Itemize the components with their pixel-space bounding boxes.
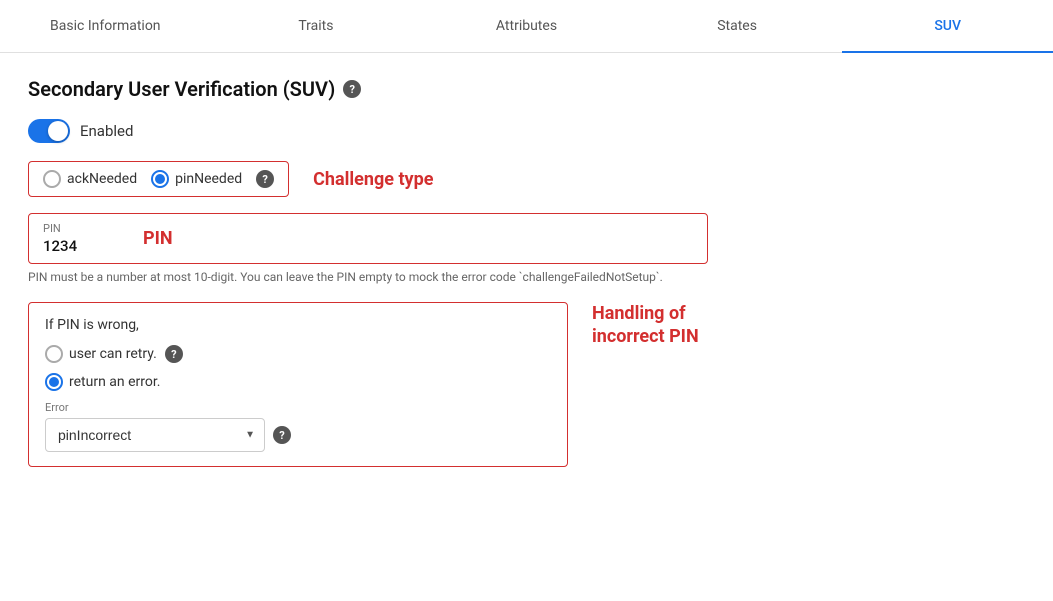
- retry-help-icon[interactable]: ?: [165, 345, 183, 363]
- tab-bar: Basic Information Traits Attributes Stat…: [0, 0, 1053, 53]
- tab-states[interactable]: States: [632, 0, 843, 52]
- pin-input-group: PIN 1234: [43, 222, 123, 255]
- tab-basic-information[interactable]: Basic Information: [0, 0, 211, 52]
- challenge-type-box: ackNeeded pinNeeded ?: [28, 161, 289, 197]
- dropdown-row: Error pinIncorrect pinExpired pinLocked …: [45, 401, 551, 452]
- pin-input-label: PIN: [43, 222, 123, 235]
- page-title-text: Secondary User Verification (SUV): [28, 77, 335, 101]
- radio-ack-needed-circle: [43, 170, 61, 188]
- incorrect-pin-box: If PIN is wrong, user can retry. ? retur…: [28, 302, 568, 467]
- incorrect-pin-title: If PIN is wrong,: [45, 317, 551, 333]
- pin-annotation: PIN: [143, 228, 173, 249]
- error-dropdown-container: pinIncorrect pinExpired pinLocked: [45, 418, 265, 452]
- radio-pin-needed-label: pinNeeded: [175, 171, 242, 187]
- challenge-type-row: ackNeeded pinNeeded ? Challenge type: [28, 161, 1025, 197]
- radio-ack-needed[interactable]: ackNeeded: [43, 170, 137, 188]
- dropdown-wrapper: pinIncorrect pinExpired pinLocked ?: [45, 418, 551, 452]
- radio-pin-needed[interactable]: pinNeeded: [151, 170, 242, 188]
- radio-retry-circle: [45, 345, 63, 363]
- incorrect-pin-row: If PIN is wrong, user can retry. ? retur…: [28, 302, 1025, 467]
- radio-retry-row: user can retry. ?: [45, 345, 551, 363]
- radio-pin-needed-circle: [151, 170, 169, 188]
- radio-error-label: return an error.: [69, 374, 160, 390]
- radio-retry-label: user can retry.: [69, 346, 157, 362]
- error-help-icon[interactable]: ?: [273, 426, 291, 444]
- challenge-type-help-icon[interactable]: ?: [256, 170, 274, 188]
- pin-input-value[interactable]: 1234: [43, 237, 123, 255]
- enabled-toggle[interactable]: [28, 119, 70, 143]
- radio-ack-needed-label: ackNeeded: [67, 171, 137, 187]
- pin-hint: PIN must be a number at most 10-digit. Y…: [28, 270, 708, 284]
- error-dropdown[interactable]: pinIncorrect pinExpired pinLocked: [45, 418, 265, 452]
- radio-error-circle: [45, 373, 63, 391]
- main-content: Secondary User Verification (SUV) ? Enab…: [0, 53, 1053, 491]
- toggle-row: Enabled: [28, 119, 1025, 143]
- page-title: Secondary User Verification (SUV) ?: [28, 77, 1025, 101]
- dropdown-label: Error: [45, 401, 551, 414]
- radio-error[interactable]: return an error.: [45, 373, 160, 391]
- challenge-type-annotation: Challenge type: [313, 169, 433, 190]
- toggle-label: Enabled: [80, 122, 133, 140]
- tab-attributes[interactable]: Attributes: [421, 0, 632, 52]
- tab-suv[interactable]: SUV: [842, 0, 1053, 52]
- tab-traits[interactable]: Traits: [211, 0, 422, 52]
- title-help-icon[interactable]: ?: [343, 80, 361, 98]
- pin-field-wrapper: PIN 1234 PIN: [28, 213, 708, 264]
- radio-retry[interactable]: user can retry.: [45, 345, 157, 363]
- incorrect-pin-annotation: Handling of incorrect PIN: [592, 302, 699, 349]
- incorrect-pin-annotation-container: Handling of incorrect PIN: [584, 302, 699, 349]
- radio-error-row: return an error.: [45, 373, 551, 391]
